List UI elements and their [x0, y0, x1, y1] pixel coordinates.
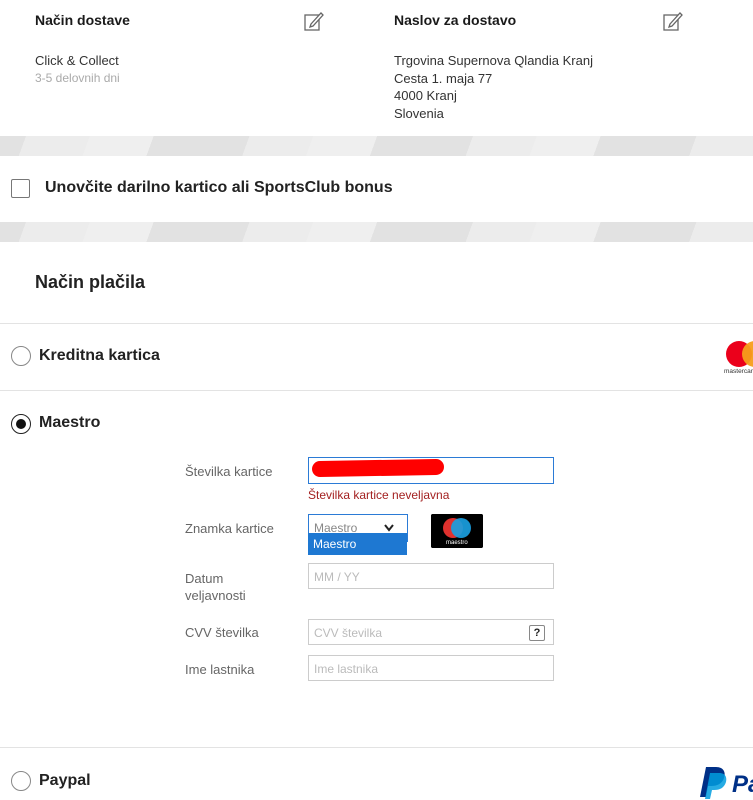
cvv-help-button[interactable]: ?	[529, 625, 545, 641]
redaction-mark	[311, 458, 445, 478]
maestro-radio[interactable]	[11, 414, 31, 434]
divider	[0, 390, 753, 391]
edit-delivery-method-icon[interactable]	[303, 10, 325, 32]
expiry-input[interactable]: MM / YY	[308, 563, 554, 589]
delivery-address-title: Naslov za dostavo	[394, 12, 517, 28]
section-separator	[0, 222, 753, 242]
owner-name-input[interactable]: Ime lastnika	[308, 655, 554, 681]
delivery-address-line-4: Slovenia	[394, 106, 444, 121]
edit-delivery-address-icon[interactable]	[662, 10, 684, 32]
paypal-logo: Pa	[700, 767, 753, 799]
maestro-logo: maestro	[431, 514, 483, 548]
paypal-label[interactable]: Paypal	[39, 772, 91, 790]
expiry-label-line-2: veljavnosti	[185, 588, 246, 603]
expiry-label-line-1: Datum	[185, 571, 224, 586]
cvv-input[interactable]: CVV številka	[308, 619, 554, 645]
paypal-radio[interactable]	[11, 771, 31, 791]
maestro-label[interactable]: Maestro	[39, 414, 100, 432]
gift-card-label[interactable]: Unovčite darilno kartico ali SportsClub …	[45, 179, 393, 197]
delivery-method-time: 3-5 delovnih dni	[35, 71, 120, 85]
card-brand-label: Znamka kartice	[185, 521, 274, 536]
credit-card-label[interactable]: Kreditna kartica	[39, 347, 160, 365]
expiry-label: Datum veljavnosti	[185, 570, 295, 604]
owner-name-label: Ime lastnika	[185, 662, 255, 677]
chevron-down-icon[interactable]	[384, 524, 394, 532]
delivery-address-line-3: 4000 Kranj	[394, 88, 457, 103]
card-brand-option-maestro[interactable]: Maestro	[308, 533, 407, 555]
divider	[0, 747, 753, 748]
delivery-address-line-2: Cesta 1. maja 77	[394, 71, 493, 86]
credit-card-radio[interactable]	[11, 346, 31, 366]
delivery-method-title: Način dostave	[35, 12, 130, 28]
card-number-label: Številka kartice	[185, 464, 273, 479]
mastercard-logo-text: mastercard	[724, 368, 753, 375]
payment-title: Način plačila	[35, 272, 146, 292]
gift-card-checkbox[interactable]	[11, 179, 30, 198]
divider	[0, 323, 753, 324]
cvv-label: CVV številka	[185, 625, 259, 640]
mastercard-logo: mastercard	[724, 341, 753, 375]
section-separator	[0, 136, 753, 156]
paypal-logo-text: Pa	[732, 771, 753, 798]
gift-card-row[interactable]: Unovčite darilno kartico ali SportsClub …	[0, 156, 753, 222]
delivery-section: Način dostave Click & Collect 3-5 delovn…	[0, 0, 753, 136]
maestro-logo-text: maestro	[446, 540, 468, 546]
card-number-error: Številka kartice neveljavna	[308, 488, 450, 502]
delivery-address-line-1: Trgovina Supernova Qlandia Kranj	[394, 53, 593, 68]
delivery-method-name: Click & Collect	[35, 53, 119, 68]
